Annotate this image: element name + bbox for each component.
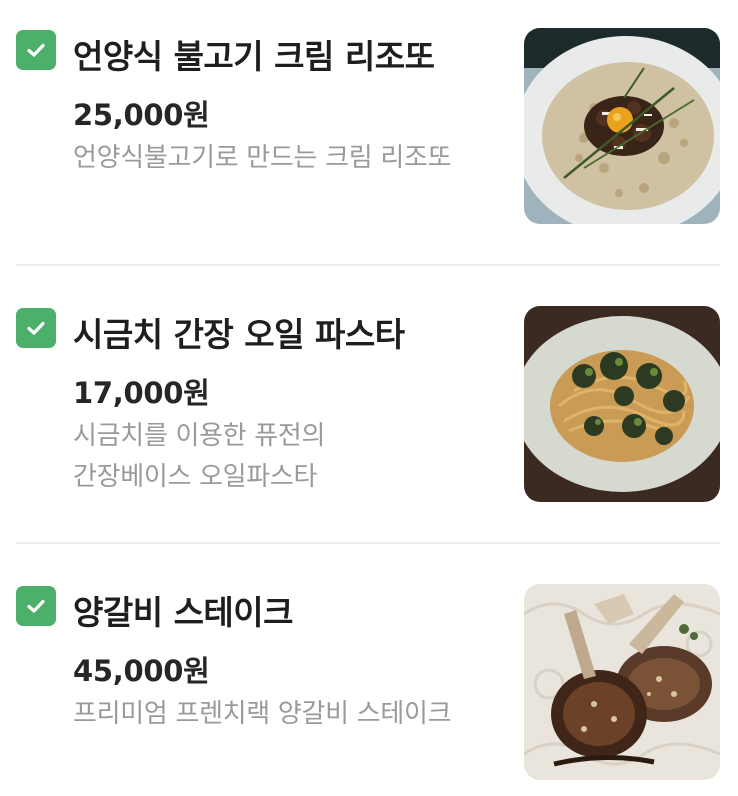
menu-list: 언양식 불고기 크림 리조또 25,000원 언양식불고기로 만드는 크림 리조…: [0, 0, 738, 796]
item-photo-risotto[interactable]: [524, 28, 720, 224]
item-checkbox[interactable]: [16, 308, 56, 348]
item-price: 17,000원: [73, 376, 210, 410]
item-description: 프리미엄 프렌치랙 양갈비 스테이크: [73, 694, 493, 735]
pasta-photo-icon: [524, 306, 720, 502]
check-icon: [27, 321, 45, 335]
item-checkbox[interactable]: [16, 30, 56, 70]
item-description: 언양식불고기로 만드는 크림 리조또: [73, 138, 493, 179]
item-price: 25,000원: [73, 98, 210, 132]
item-photo-lamb-steak[interactable]: [524, 584, 720, 780]
item-name: 언양식 불고기 크림 리조또: [73, 37, 435, 76]
item-name: 양갈비 스테이크: [73, 593, 294, 632]
item-checkbox[interactable]: [16, 586, 56, 626]
item-photo-pasta[interactable]: [524, 306, 720, 502]
item-price: 45,000원: [73, 654, 210, 688]
item-description-line: 언양식불고기로 만드는 크림 리조또: [73, 143, 452, 173]
check-icon: [27, 599, 45, 613]
menu-item-pasta[interactable]: 시금치 간장 오일 파스타 17,000원 시금치를 이용한 퓨전의 간장베이스…: [0, 266, 738, 542]
risotto-photo-icon: [524, 28, 720, 224]
check-icon: [27, 43, 45, 57]
item-description: 시금치를 이용한 퓨전의 간장베이스 오일파스타: [73, 416, 493, 498]
item-description-line: 프리미엄 프렌치랙 양갈비 스테이크: [73, 699, 452, 729]
item-name: 시금치 간장 오일 파스타: [73, 315, 405, 354]
item-description-line: 간장베이스 오일파스타: [73, 462, 318, 492]
menu-item-risotto[interactable]: 언양식 불고기 크림 리조또 25,000원 언양식불고기로 만드는 크림 리조…: [0, 0, 738, 264]
item-description-line: 시금치를 이용한 퓨전의: [73, 421, 326, 451]
menu-item-lamb-steak[interactable]: 양갈비 스테이크 45,000원 프리미엄 프렌치랙 양갈비 스테이크: [0, 544, 738, 796]
lamb-steak-photo-icon: [524, 584, 720, 780]
